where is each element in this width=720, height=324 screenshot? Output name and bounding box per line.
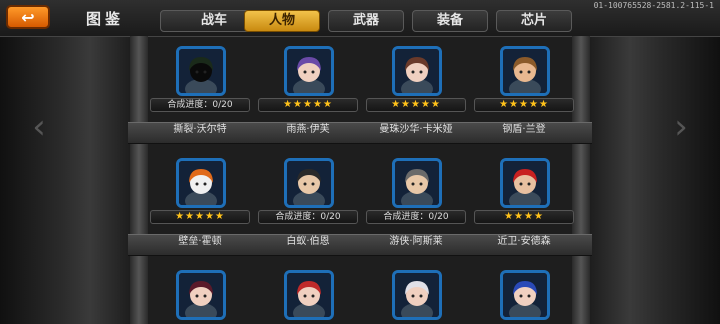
star-icon: ★★★★★: [175, 211, 225, 222]
tab-chips[interactable]: 芯片: [496, 10, 572, 32]
shelf-frame-right: [572, 36, 590, 324]
star-icon: ★★★★★: [283, 99, 333, 110]
right-chevron-icon: ›: [674, 107, 688, 147]
star-rating: ★★★★★: [366, 98, 466, 112]
white-hair-girl-portrait[interactable]: [392, 270, 442, 320]
character-name: 游侠·阿斯莱: [389, 236, 443, 247]
avatar-icon: [287, 273, 331, 317]
hat-ranger-portrait[interactable]: [392, 158, 442, 208]
character-name: 雨燕·伊芙: [286, 124, 330, 135]
character-name: 钢盾·兰登: [502, 124, 546, 135]
avatar-icon: [179, 161, 223, 205]
synthesis-progress: 合成进度：0/20: [258, 210, 358, 224]
avatar-icon: [395, 49, 439, 93]
character-name: 撕裂·沃尔特: [173, 124, 227, 135]
brown-hair-girl-portrait[interactable]: [392, 46, 442, 96]
bearded-soldier-portrait[interactable]: [500, 46, 550, 96]
star-icon: ★★★★: [504, 211, 544, 222]
red-hair-girl-portrait[interactable]: [284, 270, 334, 320]
tab-characters[interactable]: 人物: [244, 10, 320, 32]
server-id: 01-100765528-2581.2-115-1: [593, 1, 714, 10]
character-name: 壁垒·霍顿: [178, 236, 222, 247]
star-rating: ★★★★: [474, 210, 574, 224]
synthesis-progress: 合成进度：0/20: [366, 210, 466, 224]
blue-hair-girl-portrait[interactable]: [500, 270, 550, 320]
back-button[interactable]: ↩: [6, 5, 50, 29]
page-title: 图鉴: [86, 10, 125, 28]
left-chevron-icon: ‹: [32, 107, 46, 147]
avatar-icon: [287, 161, 331, 205]
avatar-icon: [395, 273, 439, 317]
avatar-icon: [179, 273, 223, 317]
orange-robot-portrait[interactable]: [176, 158, 226, 208]
avatar-icon: [503, 49, 547, 93]
dark-hair-man-portrait[interactable]: [284, 158, 334, 208]
avatar-icon: [503, 161, 547, 205]
star-rating: ★★★★★: [258, 98, 358, 112]
star-rating: ★★★★★: [474, 98, 574, 112]
character-name: 近卫·安德森: [497, 236, 551, 247]
shelf-frame-left: [130, 36, 148, 324]
avatar-icon: [503, 273, 547, 317]
dark-red-hair-girl-portrait[interactable]: [176, 270, 226, 320]
character-name: 白蚁·伯恩: [286, 236, 330, 247]
character-name: 曼珠沙华·卡米娅: [379, 124, 453, 135]
top-bar: ↩ 图鉴 战车 人物 武器 装备 芯片 01-100765528-2581.2-…: [0, 0, 720, 37]
star-icon: ★★★★★: [391, 99, 441, 110]
tab-equipment[interactable]: 装备: [412, 10, 488, 32]
star-rating: ★★★★★: [150, 210, 250, 224]
purple-hair-girl-portrait[interactable]: [284, 46, 334, 96]
tab-weapons[interactable]: 武器: [328, 10, 404, 32]
avatar-icon: [395, 161, 439, 205]
synthesis-progress: 合成进度：0/20: [150, 98, 250, 112]
red-cap-soldier-portrait[interactable]: [500, 158, 550, 208]
star-icon: ★★★★★: [499, 99, 549, 110]
avatar-icon: [179, 49, 223, 93]
back-arrow-icon: ↩: [21, 7, 35, 27]
hooded-figure-portrait[interactable]: [176, 46, 226, 96]
avatar-icon: [287, 49, 331, 93]
background: [0, 0, 720, 324]
